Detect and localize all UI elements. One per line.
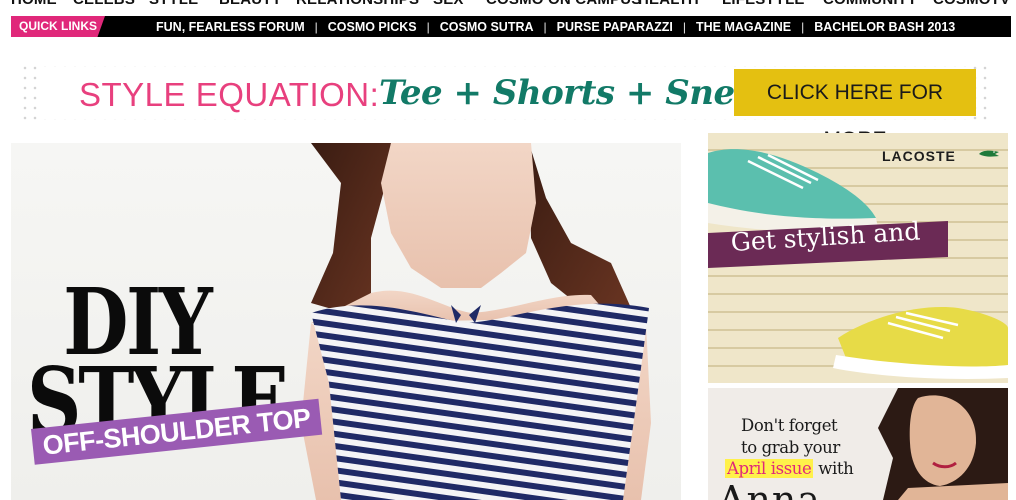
click-here-for-more-button[interactable]: CLICK HERE FOR MORE: [734, 69, 976, 151]
nav-cosmo-on-campus[interactable]: COSMO ON CAMPUS: [486, 0, 642, 8]
quick-link-the-magazine[interactable]: THE MAGAZINE: [696, 20, 791, 34]
quick-link-separator: |: [801, 19, 805, 34]
nav-cosmotv[interactable]: COSMOTV: [933, 0, 1010, 8]
style-equation-label: STYLE EQUATION:: [79, 76, 380, 113]
quick-link-purse-paparazzi[interactable]: PURSE PAPARAZZI: [557, 20, 673, 34]
lacoste-crocodile-icon: [979, 150, 999, 157]
quick-link-separator: |: [543, 19, 547, 34]
hero-feature[interactable]: DIY STYLE OFF-SHOULDER TOP: [11, 143, 681, 500]
nav-beauty[interactable]: BEAUTY: [219, 0, 282, 8]
quick-link-cosmo-picks[interactable]: COSMO PICKS: [328, 20, 417, 34]
lacoste-ad[interactable]: LACOSTE Get stylish and: [708, 133, 1008, 383]
nav-sex[interactable]: SEX: [433, 0, 464, 8]
quick-link-bachelor-bash[interactable]: BACHELOR BASH 2013: [814, 20, 955, 34]
nav-home[interactable]: HOME: [11, 0, 57, 8]
sneaker-icon: [708, 149, 1008, 379]
lacoste-brand: LACOSTE: [882, 148, 956, 164]
magazine-line3-suffix: with: [818, 459, 854, 478]
april-issue-ad[interactable]: Don't forget to grab your April issue wi…: [708, 388, 1008, 500]
magazine-line2: to grab your: [741, 438, 840, 457]
banner-inner: STYLE EQUATION: Tee + Shorts + Sneakers …: [40, 67, 976, 151]
nav-lifestyle[interactable]: LIFESTYLE: [722, 0, 805, 8]
quick-links-label: QUICK LINKS: [11, 16, 105, 37]
quick-link-separator: |: [426, 19, 430, 34]
quick-link-separator: |: [314, 19, 318, 34]
quick-links-list: FUN, FEARLESS FORUM | COSMO PICKS | COSM…: [156, 16, 955, 37]
style-equation-banner[interactable]: STYLE EQUATION: Tee + Shorts + Sneakers …: [20, 63, 992, 151]
nav-celebs[interactable]: CELEBS: [73, 0, 135, 8]
main-nav: HOME CELEBS STYLE BEAUTY RELATIONSHIPS S…: [0, 0, 1016, 11]
magazine-line1: Don't forget: [741, 416, 838, 435]
nav-style[interactable]: STYLE: [149, 0, 198, 8]
april-issue-highlight: April issue: [725, 459, 814, 478]
nav-relationships[interactable]: RELATIONSHIPS: [296, 0, 419, 8]
quick-link-separator: |: [682, 19, 686, 34]
quick-link-cosmo-sutra[interactable]: COSMO SUTRA: [440, 20, 534, 34]
quick-links-bar: QUICK LINKS FUN, FEARLESS FORUM | COSMO …: [11, 16, 1011, 37]
nav-health[interactable]: HEALTH: [638, 0, 699, 8]
magazine-line4: Anna: [718, 478, 822, 500]
nav-community[interactable]: COMMUNITY: [823, 0, 917, 8]
quick-link-forum[interactable]: FUN, FEARLESS FORUM: [156, 20, 305, 34]
